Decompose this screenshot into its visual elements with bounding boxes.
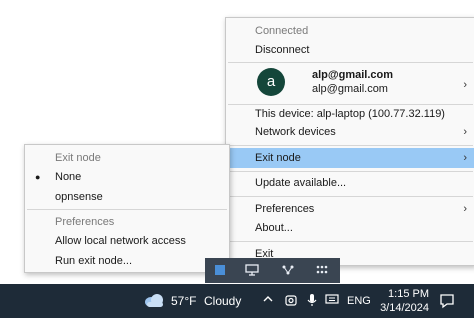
weather-temperature[interactable]: 57°F (171, 294, 196, 308)
clock-time: 1:15 PM (388, 288, 429, 300)
radio-selected-icon: ● (35, 172, 41, 182)
run-exit-node-item[interactable]: Run exit node... (25, 251, 229, 271)
clock-date: 3/14/2024 (380, 302, 429, 314)
menu-separator (228, 62, 473, 63)
connection-status: Connected (255, 25, 309, 37)
account-email-secondary: alp@gmail.com (312, 83, 388, 95)
menu-separator (228, 145, 473, 146)
preferences-header: Preferences (55, 216, 115, 228)
tailscale-tray-menu: Connected Disconnect a alp@gmail.com alp… (225, 17, 474, 266)
this-device-menu-item[interactable]: This device: alp-laptop (100.77.32.119) (226, 104, 474, 124)
chevron-right-icon: › (463, 152, 467, 164)
keyboard-icon[interactable] (325, 293, 339, 308)
about-menu-item[interactable]: About... (226, 218, 474, 238)
chevron-right-icon: › (463, 79, 467, 91)
exit-node-none-label: None (55, 171, 82, 183)
network-share-icon[interactable] (281, 264, 295, 276)
tray-overflow-panel (205, 258, 340, 283)
allow-local-network-access-item[interactable]: Allow local network access (25, 231, 229, 251)
network-devices-menu-item[interactable]: Network devices › (226, 122, 474, 142)
chevron-right-icon: › (463, 126, 467, 138)
exit-node-header: Exit node (55, 152, 101, 164)
exit-node-opnsense-option[interactable]: opnsense (25, 187, 229, 207)
menu-separator (228, 196, 473, 197)
network-devices-label: Network devices (255, 126, 336, 138)
chevron-right-icon: › (463, 203, 467, 215)
exit-node-menu-item[interactable]: Exit node › (226, 148, 474, 168)
avatar: a (257, 68, 285, 96)
preferences-menu-item[interactable]: Preferences › (226, 199, 474, 219)
tailscale-tray-icon[interactable] (213, 264, 227, 276)
menu-separator (27, 209, 227, 210)
input-language[interactable]: ENG (347, 295, 371, 307)
disconnect-menu-item[interactable]: Disconnect (226, 40, 474, 60)
weather-condition[interactable]: Cloudy (204, 294, 241, 308)
dots-grid-icon[interactable] (315, 264, 329, 276)
cloud-icon[interactable] (143, 292, 165, 311)
notification-icon[interactable] (438, 292, 458, 310)
display-icon[interactable] (245, 264, 259, 276)
preferences-label: Preferences (255, 203, 315, 215)
clock[interactable]: 1:15 PM 3/14/2024 (375, 287, 429, 315)
account-menu-item[interactable]: a alp@gmail.com alp@gmail.com › (226, 65, 474, 106)
exit-node-label: Exit node (255, 152, 301, 164)
exit-node-submenu: Exit node ● None opnsense Preferences Al… (24, 144, 230, 273)
account-email-primary: alp@gmail.com (312, 69, 394, 81)
microphone-icon[interactable] (306, 293, 318, 310)
update-available-menu-item[interactable]: Update available... (226, 173, 474, 193)
camera-in-use-icon[interactable] (284, 293, 298, 310)
exit-node-none-option[interactable]: ● None (25, 167, 229, 187)
menu-separator (228, 241, 473, 242)
chevron-up-icon[interactable] (262, 293, 274, 308)
taskbar: 57°F Cloudy ENG 1:15 PM 3/14/2024 (0, 284, 474, 318)
menu-separator (228, 171, 473, 172)
